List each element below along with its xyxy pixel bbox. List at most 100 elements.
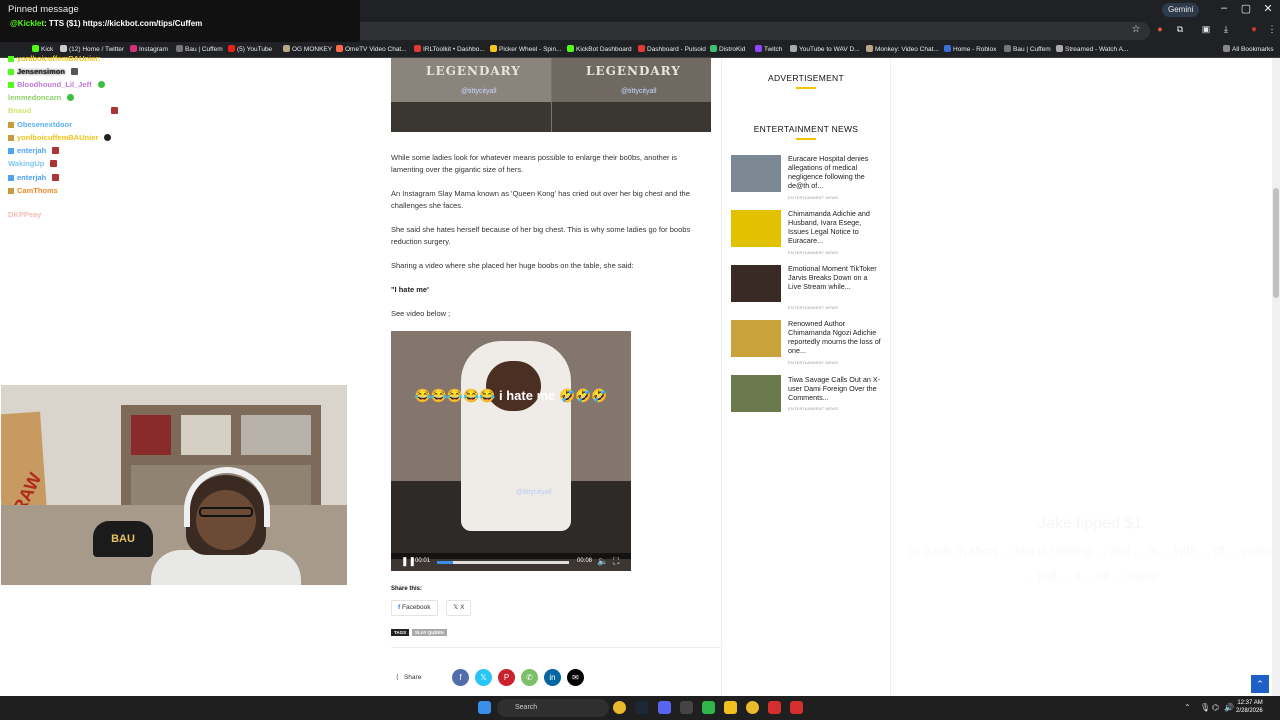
bookmark-item[interactable]: IRLToolkit • Dashbo... <box>414 44 485 56</box>
chrome-icon[interactable] <box>613 701 626 714</box>
news-category[interactable]: ENTERTAINMENT NEWS <box>788 250 838 255</box>
file-explorer-icon[interactable] <box>724 701 737 714</box>
bookmark-item[interactable]: Streamed - Watch A... <box>1056 44 1128 56</box>
chat-message: Obesenextdoor <box>8 120 72 129</box>
news-title[interactable]: Tiwa Savage Calls Out an X-user Dami For… <box>788 375 882 402</box>
chat-user: enterjah <box>17 146 47 155</box>
section-underline <box>796 87 816 89</box>
news-category[interactable]: ENTERTAINMENT NEWS <box>788 195 838 200</box>
news-category[interactable]: ENTERTAINMENT NEWS <box>788 406 838 411</box>
menu-icon[interactable]: ⋮ <box>1262 24 1280 35</box>
bookmark-item[interactable]: Monkey: Video Chat... <box>866 44 939 56</box>
bookmark-item[interactable]: Twitch <box>755 44 782 56</box>
all-bookmarks[interactable]: All Bookmarks <box>1223 44 1274 56</box>
chat-user: lemmedoncarn <box>8 93 62 102</box>
hero-table <box>391 102 551 132</box>
bookmark-item[interactable]: KickBot Dashboard <box>567 44 632 56</box>
article-hero-image: LEGENDARY LEGENDARY @tittycityall @titty… <box>391 58 711 132</box>
whatsapp-circle-icon[interactable]: ✆ <box>521 669 538 686</box>
bookmark-item[interactable]: Picker Wheel - Spin... <box>490 44 562 56</box>
tray-chevron-icon[interactable]: ⌃ <box>1184 703 1191 712</box>
pinned-title: Pinned message <box>8 4 79 15</box>
bookmark-item[interactable]: Dashboard - Pulsoid <box>638 44 706 56</box>
chrome-icon[interactable] <box>746 701 759 714</box>
bookmark-item[interactable]: DistroKid <box>710 44 745 56</box>
article-quote: "I hate me' <box>391 285 429 294</box>
bookmark-label: OG MONKEY <box>292 46 333 53</box>
taskbar-clock[interactable]: 12:37 AM 2/28/2026 <box>1236 699 1263 715</box>
scrollbar-thumb[interactable] <box>1273 188 1279 298</box>
app-icon[interactable] <box>790 701 803 714</box>
pinterest-circle-icon[interactable]: P <box>498 669 515 686</box>
news-title[interactable]: Euracare Hospital denies allegations of … <box>788 154 882 190</box>
news-title[interactable]: Chimamanda Adichie and Husband, Ivara Es… <box>788 209 882 245</box>
news-thumbnail[interactable] <box>731 320 781 357</box>
bookmark-item[interactable]: Home - Roblox <box>944 44 996 56</box>
bookmark-label: OmeTV Video Chat... <box>345 46 407 53</box>
news-thumbnail[interactable] <box>731 155 781 192</box>
minimize-icon[interactable]: – <box>1214 2 1234 14</box>
app-icon[interactable] <box>680 701 693 714</box>
tag-slay-queen[interactable]: SLAY QUEEN <box>412 629 447 636</box>
discord-icon[interactable] <box>658 701 671 714</box>
twitter-circle-icon[interactable]: 𝕏 <box>475 669 492 686</box>
facebook-share-button[interactable]: f Facebook <box>391 600 438 616</box>
bookmark-item[interactable]: Instagram <box>130 44 168 56</box>
bookmark-item[interactable]: (5) YouTube <box>228 44 272 56</box>
webcam-feed: RAW BAU <box>1 385 347 585</box>
bookmark-label: (12) Home / Twitter <box>69 46 125 53</box>
steam-icon[interactable] <box>635 701 648 714</box>
bookmark-item[interactable]: Bau | Cuffem <box>176 44 223 56</box>
news-thumbnail[interactable] <box>731 265 781 302</box>
pause-icon[interactable]: ❚❚ <box>401 556 416 567</box>
puzzle-icon[interactable]: ⧉ <box>1170 24 1190 35</box>
news-category[interactable]: ENTERTAINMENT NEWS <box>788 360 838 365</box>
extension-icon[interactable]: ● <box>1150 24 1170 34</box>
news-title[interactable]: Emotional Moment TikToker Jarvis Breaks … <box>788 264 882 291</box>
sidepanel-icon[interactable]: ▣ <box>1196 24 1216 35</box>
email-circle-icon[interactable]: ✉ <box>567 669 584 686</box>
section-underline <box>796 138 816 140</box>
news-thumbnail[interactable] <box>731 210 781 247</box>
volume-icon[interactable]: 🔊 <box>1224 703 1234 712</box>
chat-user: yonlboicuffemBAUnier <box>17 133 99 142</box>
gemini-button[interactable]: Gemini <box>1162 3 1200 17</box>
x-share-button[interactable]: 𝕏 X <box>446 600 472 616</box>
maximize-icon[interactable]: ▢ <box>1236 2 1256 15</box>
facebook-circle-icon[interactable]: f <box>452 669 469 686</box>
video-controls: ❚❚ 00:01 00:08 🔈 ⛶ <box>391 553 631 571</box>
scrollbar[interactable] <box>1272 58 1280 696</box>
share-text: Share <box>403 674 422 681</box>
star-icon[interactable]: ☆ <box>1126 24 1146 35</box>
pinned-message: Pinned message @Kicklet: TTS ($1) https:… <box>0 0 360 42</box>
bookmark-item[interactable]: OmeTV Video Chat... <box>336 44 407 56</box>
news-thumbnail[interactable] <box>731 375 781 412</box>
bookmark-label: YouTube to WAV D... <box>799 46 860 53</box>
bookmark-item[interactable]: YouTube to WAV D... <box>790 44 860 56</box>
close-icon[interactable]: ✕ <box>1258 2 1278 15</box>
advertisement-title: ADVERTISEMENT <box>767 73 844 83</box>
news-title[interactable]: Renowned Author Chimamanda Ngozi Adichie… <box>788 319 882 355</box>
back-to-top-button[interactable]: ⌃ <box>1251 675 1269 693</box>
video-progress-bar[interactable] <box>437 561 569 564</box>
divider <box>391 647 721 648</box>
profile-icon[interactable]: ● <box>1244 24 1264 35</box>
chat-message: yonlboicuffemBAUnier: <box>8 54 101 63</box>
taskbar-search[interactable]: Search <box>497 699 609 717</box>
news-category[interactable]: ENTERTAINMENT NEWS <box>788 305 838 310</box>
screen: ...aebidinho.ng/...-slay-mama-... big ch… <box>0 0 1280 720</box>
download-icon[interactable]: ⤓ <box>1216 24 1236 35</box>
bookmark-item[interactable]: Bau | Cuffem <box>1004 44 1051 56</box>
article-paragraph: An Instagram Slay Mama known as 'Queen K… <box>391 189 690 210</box>
app-icon[interactable] <box>768 701 781 714</box>
video-player[interactable]: 😂😂😂😂😂 i hate me 🤣🤣🤣 @tittycityall ❚❚ 00:… <box>391 331 631 571</box>
microphone-icon[interactable]: 🎙 <box>1200 703 1210 712</box>
bookmark-item[interactable]: OG MONKEY <box>283 44 332 56</box>
share-label: ⟨ Share <box>396 673 421 681</box>
windows-start-icon[interactable] <box>478 701 491 714</box>
volume-icon[interactable]: 🔈 <box>597 556 608 567</box>
app-icon[interactable] <box>702 701 715 714</box>
linkedin-circle-icon[interactable]: in <box>544 669 561 686</box>
fullscreen-icon[interactable]: ⛶ <box>613 556 619 567</box>
network-icon[interactable]: ⌬ <box>1212 703 1219 712</box>
